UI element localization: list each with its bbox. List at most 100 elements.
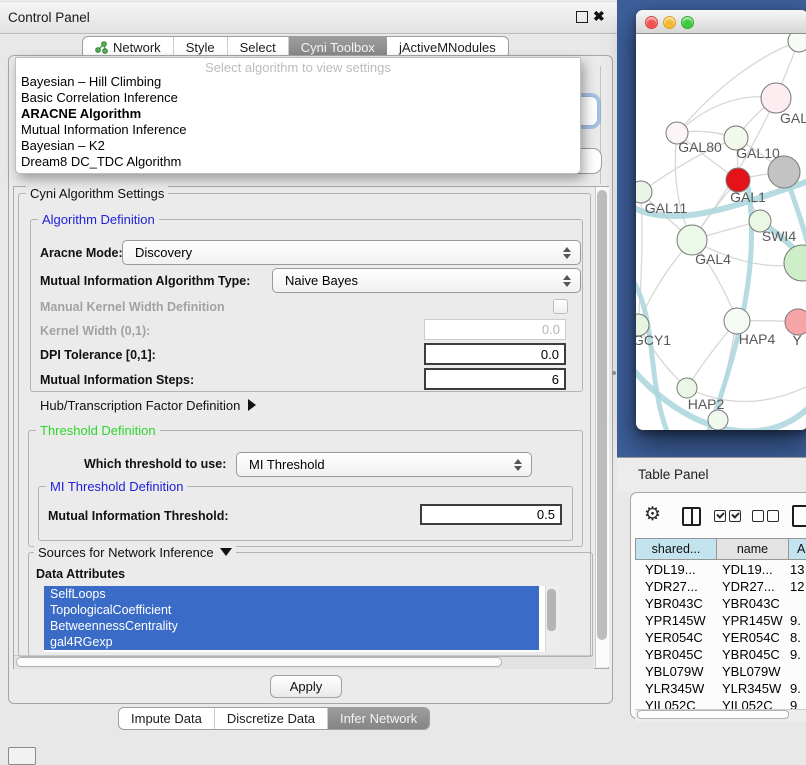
network-node-gal7[interactable] bbox=[761, 83, 791, 113]
zoom-traffic-light-icon[interactable] bbox=[681, 16, 694, 29]
which-threshold-combo[interactable]: MI Threshold bbox=[236, 452, 532, 477]
hub-definition-expander[interactable]: Hub/Transcription Factor Definition bbox=[40, 398, 256, 413]
column-header-partial[interactable]: A bbox=[788, 538, 806, 560]
control-panel-titlebar: Control Panel bbox=[0, 3, 617, 34]
gear-icon[interactable]: ⚙ bbox=[644, 503, 661, 527]
algorithm-option[interactable]: Bayesian – Hill Climbing bbox=[16, 74, 580, 90]
network-edge-thick bbox=[636, 276, 668, 430]
splitpane-divider-handle[interactable] bbox=[612, 371, 616, 375]
table-row[interactable]: YIL052CYIL052C9 bbox=[635, 697, 806, 709]
table-panel-titlebar: Table Panel bbox=[617, 457, 806, 493]
table-row[interactable]: YDL19...YDL19...13 bbox=[635, 561, 806, 578]
attribute-item[interactable]: gal4RGexp bbox=[44, 634, 539, 650]
network-canvas[interactable]: GALGAL80GAL10GAL1GAL11SWI4GAL4GCY1HAP4YH… bbox=[636, 34, 806, 430]
column-header-name[interactable]: name bbox=[716, 538, 789, 560]
table-cell: 9. bbox=[790, 612, 801, 629]
tab-label: Style bbox=[186, 40, 215, 55]
tab-label: Infer Network bbox=[340, 711, 417, 726]
kernel-width-label: Kernel Width (0,1): bbox=[40, 324, 150, 338]
network-node-gray-node[interactable] bbox=[768, 156, 800, 188]
minimize-traffic-light-icon[interactable] bbox=[663, 16, 676, 29]
table-cell: YPR145W bbox=[722, 612, 783, 629]
mi-steps-field[interactable]: 6 bbox=[424, 368, 566, 390]
table-cell: YDL19... bbox=[645, 561, 696, 578]
checked-box-icon[interactable] bbox=[729, 510, 741, 522]
network-window-titlebar[interactable] bbox=[636, 10, 806, 34]
aracne-mode-combo[interactable]: Discovery bbox=[122, 240, 581, 265]
table-cell: YBL079W bbox=[722, 663, 781, 680]
vertical-scrollbar-thumb[interactable] bbox=[597, 190, 607, 640]
algorithm-option[interactable]: Dream8 DC_TDC Algorithm bbox=[16, 154, 580, 170]
tab-infer-network[interactable]: Infer Network bbox=[328, 708, 429, 729]
mi-type-value: Naive Bayes bbox=[285, 273, 358, 288]
table-horizontal-scrollbar-thumb[interactable] bbox=[637, 710, 789, 719]
tab-label: Network bbox=[113, 40, 161, 55]
algorithm-option[interactable]: Basic Correlation Inference bbox=[16, 90, 580, 106]
float-panel-icon[interactable] bbox=[576, 11, 588, 23]
attribute-item[interactable]: TopologicalCoefficient bbox=[44, 602, 539, 618]
table-cell: YBL079W bbox=[645, 663, 704, 680]
tab-impute-data[interactable]: Impute Data bbox=[119, 708, 215, 729]
sources-group-title[interactable]: Sources for Network Inference bbox=[34, 545, 236, 560]
table-cell: YPR145W bbox=[645, 612, 706, 629]
network-node-label: GAL bbox=[780, 110, 806, 126]
table-row[interactable]: YBL079W YBL079W bbox=[635, 663, 806, 680]
checked-box-icon[interactable] bbox=[714, 510, 726, 522]
attributes-scrollbar-thumb[interactable] bbox=[547, 589, 556, 631]
tab-label: Select bbox=[240, 40, 276, 55]
mi-threshold-field[interactable]: 0.5 bbox=[420, 504, 562, 525]
table-cell: 8. bbox=[790, 629, 801, 646]
tab-label: Impute Data bbox=[131, 711, 202, 726]
table-row[interactable]: YLR345W YLR345W 9. bbox=[635, 680, 806, 697]
algorithm-option[interactable]: Bayesian – K2 bbox=[16, 138, 580, 154]
combo-arrows-icon bbox=[563, 247, 571, 259]
close-icon[interactable]: ✖ bbox=[593, 4, 605, 28]
dpi-tolerance-field[interactable]: 0.0 bbox=[424, 343, 566, 365]
unchecked-box-icon[interactable] bbox=[767, 510, 779, 522]
mi-type-combo[interactable]: Naive Bayes bbox=[272, 268, 581, 293]
collapse-arrow-icon bbox=[220, 548, 232, 556]
table-row[interactable]: YDR27...YDR27...12 bbox=[635, 578, 806, 595]
aracne-mode-value: Discovery bbox=[135, 245, 192, 260]
tab-discretize-data[interactable]: Discretize Data bbox=[215, 708, 328, 729]
unchecked-box-icon[interactable] bbox=[752, 510, 764, 522]
app-root: { "control_panel": { "title": "Control P… bbox=[0, 0, 806, 762]
data-attributes-label: Data Attributes bbox=[36, 567, 125, 581]
network-view-window: GALGAL80GAL10GAL1GAL11SWI4GAL4GCY1HAP4YH… bbox=[636, 10, 806, 430]
manual-kernel-checkbox[interactable] bbox=[553, 299, 568, 314]
table-cell: YLR345W bbox=[645, 680, 704, 697]
columns-icon[interactable] bbox=[682, 507, 701, 526]
document-icon[interactable] bbox=[792, 505, 806, 527]
kernel-width-field[interactable]: 0.0 bbox=[424, 319, 566, 340]
network-node-bottom-node[interactable] bbox=[708, 410, 728, 430]
table-row[interactable]: YER054CYER054C8. bbox=[635, 629, 806, 646]
combo-arrows-icon bbox=[563, 275, 571, 287]
table-cell: YDL19... bbox=[722, 561, 773, 578]
aracne-mode-label: Aracne Mode: bbox=[40, 246, 123, 260]
algorithm-option[interactable]: Mutual Information Inference bbox=[16, 122, 580, 138]
network-node-label: GAL10 bbox=[736, 145, 780, 161]
manual-kernel-label: Manual Kernel Width Definition bbox=[40, 300, 225, 314]
tab-label: Discretize Data bbox=[227, 711, 315, 726]
network-node-big-right[interactable] bbox=[784, 245, 806, 281]
attribute-item[interactable]: BetweennessCentrality bbox=[44, 618, 539, 634]
horizontal-scrollbar-thumb[interactable] bbox=[16, 657, 502, 667]
minimized-panel-icon[interactable] bbox=[8, 747, 36, 765]
cyni-algorithm-settings-title: Cyni Algorithm Settings bbox=[26, 186, 168, 201]
table-cell: 9. bbox=[790, 680, 801, 697]
which-threshold-label: Which threshold to use: bbox=[84, 457, 226, 471]
table-cell: YLR345W bbox=[722, 680, 781, 697]
network-node-corner-node[interactable] bbox=[788, 34, 806, 52]
hub-definition-label: Hub/Transcription Factor Definition bbox=[40, 398, 240, 413]
attribute-item[interactable]: SelfLoops bbox=[44, 586, 539, 602]
table-row[interactable]: YBR045CYBR045C9. bbox=[635, 646, 806, 663]
table-cell: YER054C bbox=[645, 629, 703, 646]
apply-button[interactable]: Apply bbox=[270, 675, 342, 698]
table-row[interactable]: YPR145W YPR145W 9. bbox=[635, 612, 806, 629]
close-traffic-light-icon[interactable] bbox=[645, 16, 658, 29]
table-row[interactable]: YBR043CYBR043C bbox=[635, 595, 806, 612]
network-node-hap2[interactable] bbox=[677, 378, 697, 398]
column-header-shared[interactable]: shared... bbox=[635, 538, 717, 560]
network-node-label: SWI4 bbox=[762, 228, 796, 244]
algorithm-option[interactable]: ARACNE Algorithm bbox=[16, 106, 580, 122]
